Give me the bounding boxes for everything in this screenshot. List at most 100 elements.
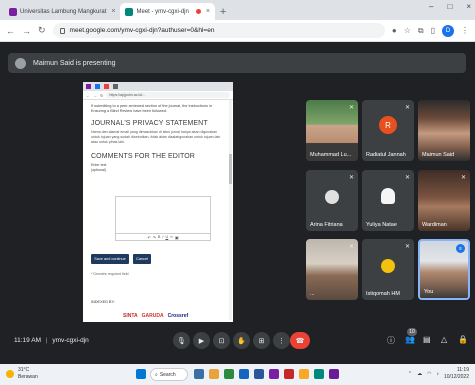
extensions-icon[interactable]: ⧉ xyxy=(418,26,424,36)
word-icon[interactable] xyxy=(254,369,264,379)
sidebar-icon[interactable]: ▯ xyxy=(431,26,435,35)
link-icon: ∞ xyxy=(170,235,173,239)
bookmark-star-icon[interactable]: ☆ xyxy=(404,26,411,35)
address-toolbar: ← → ↻ meet.google.com/ymv-cgxi-djn?authu… xyxy=(0,20,475,42)
presenting-banner: Maimun Said is presenting xyxy=(8,53,466,73)
app-icon[interactable] xyxy=(329,369,339,379)
reload-icon[interactable]: ↻ xyxy=(38,25,46,36)
more-options-button[interactable]: ⋮ xyxy=(273,332,290,349)
url-text: meet.google.com/ymv-cgxi-djn?authuser=0&… xyxy=(69,27,215,34)
mic-off-icon: ✕ xyxy=(404,175,410,181)
wifi-icon[interactable]: ◠ xyxy=(427,371,431,377)
volume-icon[interactable]: ♪ xyxy=(436,371,439,377)
captions-button[interactable]: ⊡ xyxy=(213,332,230,349)
underline-icon: U xyxy=(165,235,169,239)
recording-dot-icon xyxy=(195,9,201,14)
participant-tile[interactable]: ✕ ... xyxy=(306,239,358,300)
save-and-continue-button: Save and continue xyxy=(91,254,129,264)
participant-name: You xyxy=(424,289,434,295)
record-indicator-icon[interactable]: ● xyxy=(392,26,397,35)
chrome-icon[interactable] xyxy=(224,369,234,379)
participant-name: Istiqomah HM xyxy=(366,291,400,297)
url-bar[interactable]: meet.google.com/ymv-cgxi-djn?authuser=0&… xyxy=(52,23,385,38)
mic-off-icon: ✕ xyxy=(348,244,354,250)
bold-icon: B xyxy=(157,235,161,239)
participant-avatar xyxy=(325,190,339,204)
camera-button[interactable]: ▶ xyxy=(193,332,210,349)
app-icon[interactable] xyxy=(299,369,309,379)
file-explorer-icon[interactable] xyxy=(209,369,219,379)
close-tab-icon[interactable]: × xyxy=(111,8,115,15)
browser-tab-meet[interactable]: Meet - ymv-cgxi-djn × xyxy=(120,3,215,20)
garuda-logo: GARUDA xyxy=(141,313,164,319)
present-button[interactable]: ⊞ xyxy=(253,332,270,349)
mic-off-icon: ✕ xyxy=(348,175,354,181)
shared-favicon-icon xyxy=(104,84,109,89)
indexing-logos: SINTA GARUDA Crossref xyxy=(123,313,188,319)
close-window-button[interactable]: × xyxy=(466,2,471,11)
app-icon[interactable] xyxy=(314,369,324,379)
sinta-logo: SINTA xyxy=(123,313,138,319)
participant-name: Radiatul Jannah xyxy=(366,152,406,158)
editor-label: Enter text (optional) xyxy=(91,163,107,173)
presenting-text: Maimun Said is presenting xyxy=(33,59,116,67)
activities-icon[interactable]: △ xyxy=(441,335,447,344)
close-tab-icon[interactable]: × xyxy=(206,8,210,15)
taskbar-clock[interactable]: 11:19 10/12/2022 xyxy=(444,367,469,380)
crossref-logo: Crossref xyxy=(167,313,189,319)
shared-favicon-icon xyxy=(113,84,118,89)
image-icon: ▣ xyxy=(174,235,179,240)
browser-tab-university[interactable]: Universitas Lambung Mangkurat × xyxy=(4,3,120,20)
microphone-button[interactable]: 🎙 xyxy=(173,332,190,349)
taskbar-search[interactable]: ⌕ Search xyxy=(150,368,188,381)
participant-tile[interactable]: ✕ Istiqomah HM xyxy=(362,239,414,300)
host-controls-icon[interactable]: 🔒 xyxy=(458,335,468,344)
self-view-tile[interactable]: ≡ You xyxy=(418,239,470,300)
app-icon[interactable] xyxy=(284,369,294,379)
weather-widget[interactable]: 31°C Berawan xyxy=(6,367,38,380)
participant-tile[interactable]: ✕ Muhammad Lu... xyxy=(306,100,358,161)
participant-name: Wardiman xyxy=(422,222,447,228)
shared-screen: ← → ↻ https://apjpulm.ac.id/... If submi… xyxy=(83,82,233,322)
participant-name: Yuliya Natae xyxy=(366,222,397,228)
comments-editor xyxy=(115,196,211,234)
speaking-indicator-icon: ≡ xyxy=(456,244,465,253)
mic-off-icon: ✕ xyxy=(460,175,466,181)
maximize-button[interactable]: □ xyxy=(447,2,452,11)
start-icon[interactable] xyxy=(136,369,146,379)
app-icon[interactable] xyxy=(269,369,279,379)
participant-tile[interactable]: ✕ Yuliya Natae xyxy=(362,170,414,231)
task-view-icon[interactable] xyxy=(194,369,204,379)
new-tab-button[interactable]: + xyxy=(215,6,231,20)
university-favicon-icon xyxy=(9,7,17,16)
info-icon[interactable]: ⓘ xyxy=(387,335,395,346)
browser-menu-icon[interactable]: ⋮ xyxy=(461,26,469,35)
edge-icon[interactable] xyxy=(239,369,249,379)
meeting-separator: | xyxy=(45,337,48,344)
back-arrow-icon[interactable]: ← xyxy=(6,26,15,36)
profile-avatar[interactable]: D xyxy=(442,24,454,37)
participant-tile[interactable]: ✕ Wardiman xyxy=(418,170,470,231)
participant-name: Muhammad Lu... xyxy=(310,152,352,158)
forward-arrow-icon[interactable]: → xyxy=(22,26,31,36)
shared-tab-strip xyxy=(83,82,233,91)
tab-label: Meet - ymv-cgxi-djn xyxy=(136,8,189,15)
participant-tile-presenter[interactable]: Maimun Said xyxy=(418,100,470,161)
indexed-label: INDEXED BY: xyxy=(91,300,115,304)
shared-checklist-note: If submitting to a peer-reviewed section… xyxy=(91,104,212,113)
shared-favicon-icon xyxy=(95,84,100,89)
cloud-icon[interactable]: ☁ xyxy=(417,371,422,377)
tray-chevron-icon[interactable]: ⌃ xyxy=(408,371,412,377)
minimize-button[interactable]: – xyxy=(429,2,433,11)
tab-label: Universitas Lambung Mangkurat xyxy=(20,8,107,15)
raise-hand-button[interactable]: ✋ xyxy=(233,332,250,349)
participant-avatar: R xyxy=(379,116,397,134)
participant-tile[interactable]: ✕ Arina Fitriana xyxy=(306,170,358,231)
participant-tile[interactable]: R ✕ Radiatul Jannah xyxy=(362,100,414,161)
chat-icon[interactable]: ▤ xyxy=(423,335,431,344)
participant-name: Arina Fitriana xyxy=(310,222,343,228)
people-icon[interactable]: 👥 xyxy=(405,335,415,344)
end-call-button[interactable]: ☎ xyxy=(290,332,310,349)
shared-back-icon: ← xyxy=(86,92,90,98)
shared-scrollbar-thumb xyxy=(229,154,232,184)
